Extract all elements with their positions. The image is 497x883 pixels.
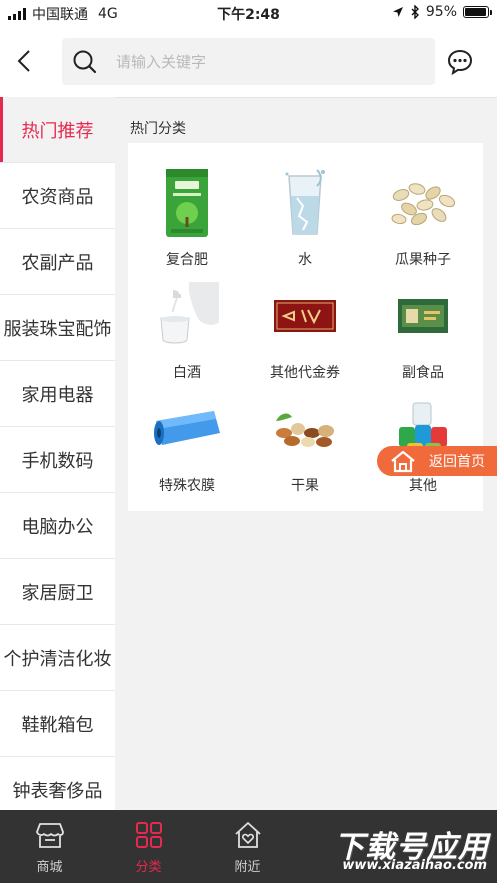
tab-category[interactable]: 分类 xyxy=(99,810,198,883)
sidebar-item-personal-care[interactable]: 个护清洁化妆 xyxy=(0,625,115,691)
agri-film-image xyxy=(147,391,227,467)
home-heart-icon xyxy=(234,822,261,848)
message-icon[interactable] xyxy=(445,47,475,77)
sidebar-item-agri-products[interactable]: 农副产品 xyxy=(0,229,115,295)
sidebar-item-home-kitchen[interactable]: 家居厨卫 xyxy=(0,559,115,625)
category-label: 复合肥 xyxy=(166,252,208,268)
category-item-fertilizer[interactable]: 复合肥 xyxy=(128,165,246,278)
sidebar-item-appliances[interactable]: 家用电器 xyxy=(0,361,115,427)
store-icon xyxy=(35,823,64,848)
sidebar-item-watches[interactable]: 钟表奢侈品 xyxy=(0,757,115,810)
baijiu-image xyxy=(147,278,227,354)
sidebar-item-label: 农资商品 xyxy=(21,186,94,208)
sidebar-item-computers[interactable]: 电脑办公 xyxy=(0,493,115,559)
battery-fill xyxy=(465,8,486,16)
water-glass-image xyxy=(265,165,345,241)
status-bar: 中国联通 4G 下午2:48 95% xyxy=(0,0,497,26)
back-home-button[interactable]: 返回首页 xyxy=(377,446,497,476)
battery-icon xyxy=(463,6,492,18)
category-item-film[interactable]: 特殊农膜 xyxy=(128,391,246,504)
sidebar-item-label: 农副产品 xyxy=(21,252,94,274)
food-box-image xyxy=(383,278,463,354)
dried-nuts-image xyxy=(265,391,345,467)
watermark-url: www.xiazaihao.com xyxy=(342,858,487,873)
category-label: 副食品 xyxy=(402,365,444,381)
sidebar-item-label: 鞋靴箱包 xyxy=(21,714,94,736)
category-label: 其他 xyxy=(409,478,437,494)
home-icon xyxy=(389,449,417,473)
category-label: 其他代金券 xyxy=(270,365,340,381)
category-sidebar: 热门推荐 农资商品 农副产品 服装珠宝配饰 家用电器 手机数码 电脑办公 家居厨… xyxy=(0,97,115,810)
fertilizer-bag-image xyxy=(147,165,227,241)
sidebar-item-shoes-bags[interactable]: 鞋靴箱包 xyxy=(0,691,115,757)
category-item-seeds[interactable]: 瓜果种子 xyxy=(364,165,482,278)
sidebar-item-label: 手机数码 xyxy=(21,450,94,472)
location-arrow-icon xyxy=(392,7,403,17)
search-input[interactable] xyxy=(116,38,416,85)
bluetooth-icon xyxy=(411,5,419,19)
sidebar-item-hot[interactable]: 热门推荐 xyxy=(0,97,115,163)
status-right: 95% xyxy=(392,4,492,20)
battery-percent: 95% xyxy=(425,4,457,20)
back-home-label: 返回首页 xyxy=(429,454,485,470)
category-label: 水 xyxy=(298,252,312,268)
sidebar-item-label: 服装珠宝配饰 xyxy=(3,318,112,340)
category-item-nuts[interactable]: 干果 xyxy=(246,391,364,504)
sidebar-item-label: 电脑办公 xyxy=(21,516,94,538)
voucher-image xyxy=(265,278,345,354)
tab-nearby[interactable]: 附近 xyxy=(198,810,297,883)
category-label: 干果 xyxy=(291,478,319,494)
category-label: 特殊农膜 xyxy=(159,478,215,494)
category-item-baijiu[interactable]: 白酒 xyxy=(128,278,246,391)
section-title: 热门分类 xyxy=(130,121,186,137)
sidebar-item-apparel[interactable]: 服装珠宝配饰 xyxy=(0,295,115,361)
sidebar-item-label: 个护清洁化妆 xyxy=(3,648,112,670)
tab-mall[interactable]: 商城 xyxy=(0,810,99,883)
tab-label: 分类 xyxy=(135,860,162,875)
category-item-water[interactable]: 水 xyxy=(246,165,364,278)
search-icon xyxy=(73,50,97,74)
search-bar[interactable] xyxy=(62,38,435,85)
category-label: 白酒 xyxy=(173,365,201,381)
tab-label: 附近 xyxy=(234,860,261,875)
category-item-voucher[interactable]: 其他代金券 xyxy=(246,278,364,391)
tab-label: 商城 xyxy=(36,860,63,875)
header xyxy=(0,26,497,98)
category-item-food[interactable]: 副食品 xyxy=(364,278,482,391)
back-arrow-icon[interactable] xyxy=(10,46,40,76)
sidebar-item-phones[interactable]: 手机数码 xyxy=(0,427,115,493)
category-label: 瓜果种子 xyxy=(395,252,451,268)
grid-icon xyxy=(135,822,162,848)
sidebar-item-label: 家居厨卫 xyxy=(21,582,94,604)
sidebar-item-agri-supplies[interactable]: 农资商品 xyxy=(0,163,115,229)
sidebar-item-label: 家用电器 xyxy=(21,384,94,406)
watermark-logo: 下载号应用 www.xiazaihao.com xyxy=(298,820,497,883)
sidebar-item-label: 热门推荐 xyxy=(21,120,94,142)
melon-seeds-image xyxy=(383,165,463,241)
sidebar-item-label: 钟表奢侈品 xyxy=(12,780,103,802)
